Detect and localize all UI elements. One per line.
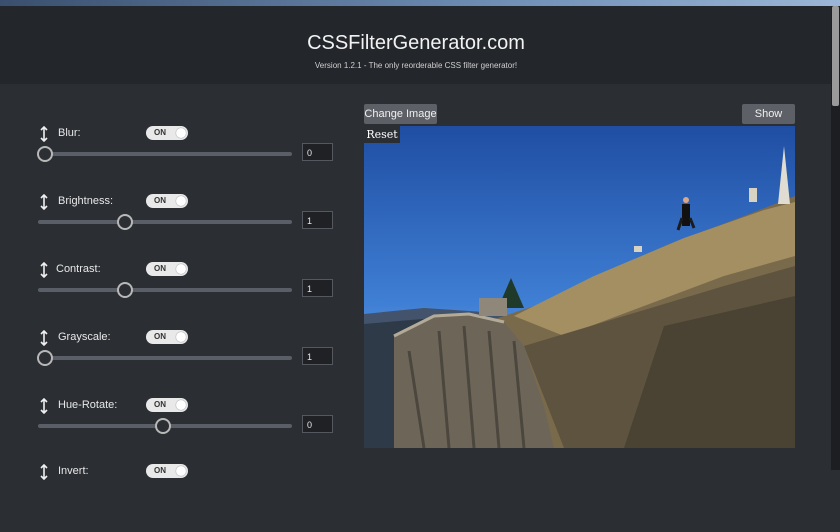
slider-track[interactable]	[38, 220, 292, 224]
site-header: CSSFilterGenerator.com Version 1.2.1 - T…	[0, 6, 840, 84]
slider-thumb[interactable]	[116, 282, 133, 298]
drag-handle-icon[interactable]	[38, 262, 50, 278]
toggle-label: ON	[154, 128, 166, 137]
value-input[interactable]: 1	[302, 211, 333, 229]
filter-label: Grayscale:	[58, 331, 111, 343]
toggle-label: ON	[154, 466, 166, 475]
toggle-knob	[176, 466, 186, 476]
slider-thumb[interactable]	[37, 350, 53, 366]
filter-row-invert[interactable]: Invert: ON	[0, 464, 340, 532]
filter-toggle[interactable]: ON	[146, 464, 188, 478]
toggle-label: ON	[154, 400, 166, 409]
toggle-label: ON	[154, 196, 166, 205]
drag-handle-icon[interactable]	[38, 464, 50, 480]
drag-handle-icon[interactable]	[38, 330, 50, 346]
landscape-photo	[364, 126, 795, 448]
value-input[interactable]: 1	[302, 347, 333, 365]
filter-label: Blur:	[58, 127, 81, 139]
toggle-label: ON	[154, 264, 166, 273]
slider-thumb[interactable]	[154, 418, 171, 434]
filter-toggle[interactable]: ON	[146, 330, 188, 344]
filter-toggle[interactable]: ON	[146, 398, 188, 412]
filter-toggle[interactable]: ON	[146, 126, 188, 140]
site-title: CSSFilterGenerator.com	[307, 32, 525, 54]
filter-label: Hue-Rotate:	[58, 399, 118, 411]
value-input[interactable]: 0	[302, 415, 333, 433]
scrollbar-thumb[interactable]	[832, 6, 839, 106]
filter-toggle[interactable]: ON	[146, 194, 188, 208]
change-image-button[interactable]: Change Image	[364, 104, 437, 124]
reset-button[interactable]: Reset	[364, 126, 400, 143]
filter-row-brightness[interactable]: Brightness: ON 1	[0, 194, 340, 262]
drag-handle-icon[interactable]	[38, 126, 50, 142]
slider-track[interactable]	[38, 152, 292, 156]
slider-thumb[interactable]	[37, 146, 53, 162]
toggle-label: ON	[154, 332, 166, 341]
filter-row-blur[interactable]: Blur: ON 0	[0, 126, 340, 194]
slider-track[interactable]	[38, 356, 292, 360]
toggle-knob	[176, 128, 186, 138]
filter-row-contrast[interactable]: Contrast: ON 1	[0, 262, 340, 330]
slider-thumb[interactable]	[116, 214, 133, 230]
slider-track[interactable]	[38, 288, 292, 292]
show-css-button[interactable]: Show CSS	[742, 104, 795, 140]
filter-label: Brightness:	[58, 195, 114, 207]
drag-handle-icon[interactable]	[38, 398, 50, 414]
drag-handle-icon[interactable]	[38, 194, 50, 210]
toggle-knob	[176, 264, 186, 274]
preview-image	[364, 126, 795, 448]
toggle-knob	[176, 400, 186, 410]
filter-label: Contrast:	[56, 263, 101, 275]
filter-label: Invert:	[58, 465, 89, 477]
toggle-knob	[176, 196, 186, 206]
site-subtitle: Version 1.2.1 - The only reorderable CSS…	[314, 61, 518, 70]
page-scrollbar[interactable]	[831, 6, 840, 470]
filter-toggle[interactable]: ON	[146, 262, 188, 276]
value-input[interactable]: 0	[302, 143, 333, 161]
filter-row-grayscale[interactable]: Grayscale: ON 1	[0, 330, 340, 398]
filter-row-hue-rotate[interactable]: Hue-Rotate: ON 0	[0, 398, 340, 466]
toggle-knob	[176, 332, 186, 342]
value-input[interactable]: 1	[302, 279, 333, 297]
